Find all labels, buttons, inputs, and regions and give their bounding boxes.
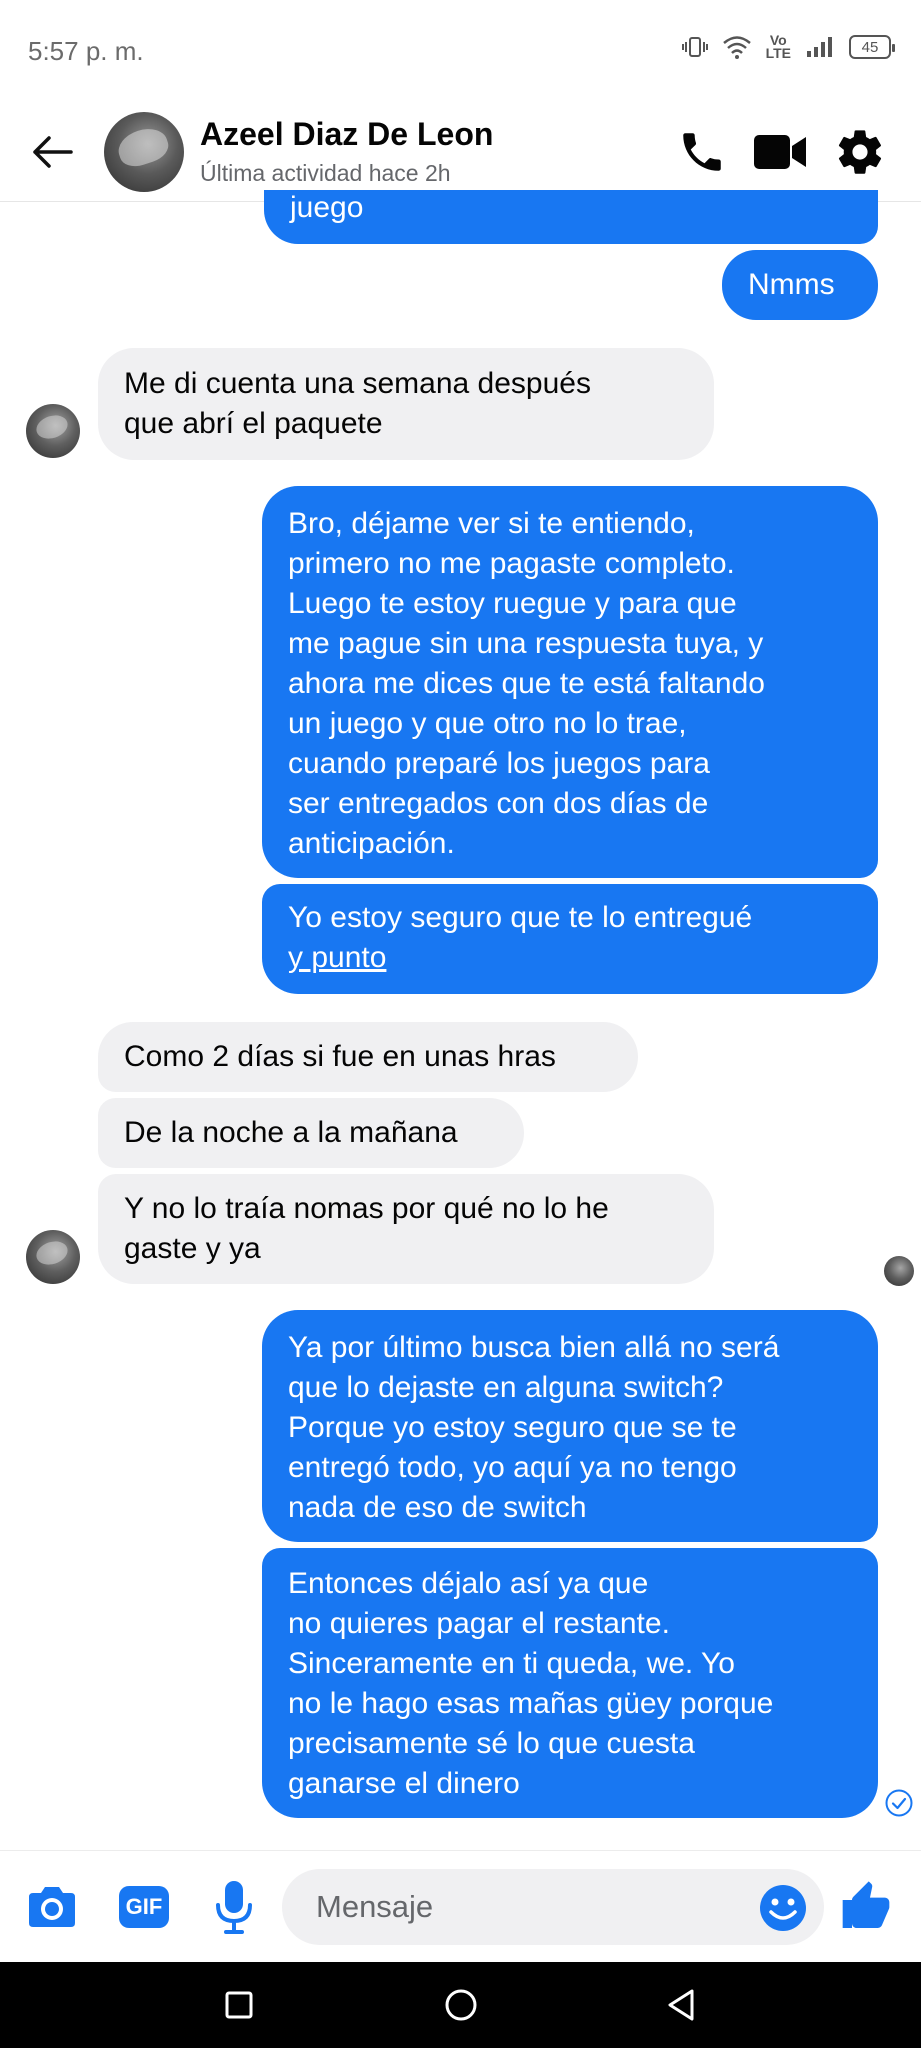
microphone-icon <box>216 1881 252 1934</box>
signal-icon <box>807 37 832 57</box>
status-time: 5:57 p. m. <box>28 36 144 66</box>
message-line: no quieres pagar el restante. <box>288 1607 670 1640</box>
home-button[interactable] <box>440 1984 482 2026</box>
recent-apps-button[interactable] <box>218 1984 260 2026</box>
call-button[interactable] <box>674 124 730 180</box>
message-line: me pague sin una respuesta tuya, y <box>288 627 764 660</box>
status-bar: 5:57 p. m. Vo LTE 45 <box>0 0 921 100</box>
system-navigation-bar <box>0 1962 921 2048</box>
message-line: primero no me pagaste completo. <box>288 547 735 580</box>
message-bubble-outgoing[interactable]: Ya por último busca bien allá no será qu… <box>262 1310 878 1542</box>
square-icon <box>225 1991 253 2019</box>
phone-icon <box>683 133 721 171</box>
gif-label: GIF <box>125 1894 163 1919</box>
message-line: precisamente sé lo que cuesta <box>288 1727 695 1760</box>
contact-avatar-small[interactable] <box>26 1230 80 1284</box>
message-line: que lo dejaste en alguna switch? <box>288 1371 724 1404</box>
contact-avatar[interactable] <box>104 112 184 192</box>
message-bubble-incoming[interactable]: Como 2 días si fue en unas hras <box>98 1022 638 1092</box>
message-line: Ya por último busca bien allá no será <box>288 1331 780 1364</box>
message-line: Nmms <box>748 268 835 301</box>
message-line: cuando preparé los juegos para <box>288 747 710 780</box>
circle-icon <box>445 1989 477 2021</box>
emoji-icon[interactable] <box>758 1883 808 1933</box>
conversation-header: Azeel Diaz De Leon Última actividad hace… <box>0 100 921 202</box>
contact-avatar-small[interactable] <box>26 404 80 458</box>
volte-icon: Vo LTE <box>765 33 791 61</box>
video-call-button[interactable] <box>752 124 808 180</box>
status-icons: Vo LTE 45 <box>681 33 895 61</box>
gear-icon <box>838 130 882 174</box>
message-line: Yo estoy seguro que te lo entregué <box>288 901 753 934</box>
message-line: entregó todo, yo aquí ya no tengo <box>288 1451 737 1484</box>
message-bubble-incoming[interactable]: De la noche a la mañana <box>98 1098 524 1168</box>
message-line: gaste y ya <box>124 1232 261 1265</box>
message-line: Sinceramente en ti queda, we. Yo <box>288 1647 735 1680</box>
message-line: De la noche a la mañana <box>124 1116 458 1149</box>
message-line: no le hago esas mañas güey porque <box>288 1687 774 1720</box>
message-line: Porque yo estoy seguro que se te <box>288 1411 737 1444</box>
back-arrow-icon <box>33 136 73 168</box>
triangle-back-icon <box>668 1989 694 2021</box>
video-camera-icon <box>754 135 806 169</box>
battery-icon: 45 <box>849 35 895 59</box>
contact-status: Última actividad hace 2h <box>200 160 451 186</box>
thumbs-up-icon <box>842 1881 890 1928</box>
message-line: un juego y que otro no lo trae, <box>288 707 687 740</box>
message-line: Como 2 días si fue en unas hras <box>124 1040 556 1073</box>
camera-button[interactable] <box>22 1877 82 1937</box>
gif-button[interactable]: GIF <box>114 1877 174 1937</box>
message-bubble-outgoing[interactable]: Entonces déjalo así ya que no quieres pa… <box>262 1548 878 1818</box>
message-bubble-outgoing[interactable]: juego <box>264 190 878 244</box>
message-line: ser entregados con dos días de <box>288 787 709 820</box>
back-nav-button[interactable] <box>660 1984 702 2026</box>
message-line: ahora me dices que te está faltando <box>288 667 765 700</box>
message-bubble-outgoing[interactable]: Nmms <box>722 250 878 320</box>
message-line: Y no lo traía nomas por qué no lo he <box>124 1192 609 1225</box>
message-bubble-outgoing[interactable]: Bro, déjame ver si te entiendo, primero … <box>262 486 878 878</box>
message-composer: GIF <box>0 1850 921 1962</box>
message-input[interactable] <box>282 1869 824 1945</box>
message-line: Me di cuenta una semana después <box>124 367 591 400</box>
back-button[interactable] <box>26 126 78 178</box>
message-bubble-incoming[interactable]: Me di cuenta una semana después que abrí… <box>98 348 714 460</box>
message-line: juego <box>290 191 364 224</box>
message-line: que abrí el paquete <box>124 407 383 440</box>
camera-icon <box>29 1887 75 1927</box>
vibrate-icon <box>681 37 708 57</box>
volte-bottom: LTE <box>765 45 791 61</box>
message-line-link[interactable]: y punto <box>288 938 852 978</box>
message-line: Bro, déjame ver si te entiendo, <box>288 507 695 540</box>
wifi-icon <box>722 36 751 59</box>
microphone-button[interactable] <box>204 1877 264 1937</box>
message-bubble-outgoing[interactable]: Yo estoy seguro que te lo entregué y pun… <box>262 884 878 994</box>
message-bubble-incoming[interactable]: Y no lo traía nomas por qué no lo he gas… <box>98 1174 714 1284</box>
message-line: ganarse el dinero <box>288 1767 520 1800</box>
message-line: nada de eso de switch <box>288 1491 587 1524</box>
settings-button[interactable] <box>832 124 888 180</box>
contact-name[interactable]: Azeel Diaz De Leon <box>200 116 493 153</box>
message-line: Entonces déjalo así ya que <box>288 1567 649 1600</box>
battery-level: 45 <box>861 38 879 56</box>
message-line: Luego te estoy ruegue y para que <box>288 587 737 620</box>
read-receipt-avatar <box>884 1256 914 1286</box>
message-line: anticipación. <box>288 827 455 860</box>
sent-check-icon <box>885 1789 913 1817</box>
like-button[interactable] <box>836 1877 896 1937</box>
